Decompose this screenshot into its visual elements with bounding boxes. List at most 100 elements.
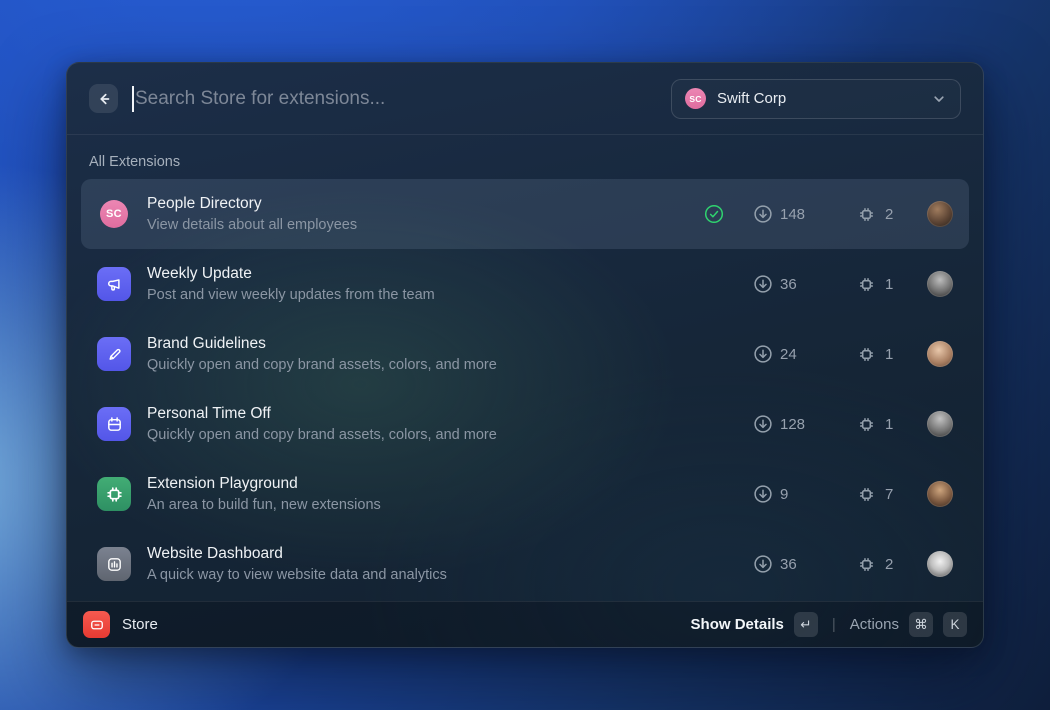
author-avatar <box>927 271 953 297</box>
author-avatar <box>927 481 953 507</box>
commands-stat: 2 <box>857 205 923 224</box>
author-avatar <box>927 341 953 367</box>
author-slot <box>923 341 953 367</box>
row-meta: 148 2 <box>703 201 953 227</box>
row-meta: 36 2 <box>703 551 953 577</box>
commands-count: 2 <box>885 556 893 573</box>
downloads-count: 128 <box>780 416 805 433</box>
chevron-down-icon <box>931 91 947 107</box>
download-icon <box>753 484 773 504</box>
downloads-count: 36 <box>780 276 797 293</box>
downloads-count: 36 <box>780 556 797 573</box>
extension-subtitle: Quickly open and copy brand assets, colo… <box>147 357 497 373</box>
verified-slot <box>703 203 753 225</box>
extension-title: Personal Time Off <box>147 405 497 423</box>
extension-title: Brand Guidelines <box>147 335 497 353</box>
list-item-website-dashboard[interactable]: Website Dashboard A quick way to view we… <box>81 529 969 599</box>
extension-title: Weekly Update <box>147 265 435 283</box>
downloads-stat: 148 <box>753 204 857 224</box>
commands-chip-icon <box>857 555 876 574</box>
download-icon <box>753 204 773 224</box>
commands-chip-icon <box>857 345 876 364</box>
list-item-brand-guidelines[interactable]: Brand Guidelines Quickly open and copy b… <box>81 319 969 389</box>
account-name: Swift Corp <box>717 90 920 107</box>
commands-count: 1 <box>885 346 893 363</box>
row-text: Personal Time Off Quickly open and copy … <box>147 405 497 443</box>
row-meta: 9 7 <box>703 481 953 507</box>
downloads-stat: 24 <box>753 344 857 364</box>
commands-count: 1 <box>885 416 893 433</box>
commands-chip-icon <box>857 205 876 224</box>
row-text: Website Dashboard A quick way to view we… <box>147 545 447 583</box>
commands-count: 1 <box>885 276 893 293</box>
row-text: Extension Playground An area to build fu… <box>147 475 381 513</box>
author-slot <box>923 551 953 577</box>
commands-chip-icon <box>857 415 876 434</box>
search-input[interactable] <box>135 88 671 110</box>
extension-subtitle: Post and view weekly updates from the te… <box>147 287 435 303</box>
row-text: Brand Guidelines Quickly open and copy b… <box>147 335 497 373</box>
verified-check-icon <box>703 203 725 225</box>
list-item-weekly-update[interactable]: Weekly Update Post and view weekly updat… <box>81 249 969 319</box>
megaphone-icon <box>97 267 131 301</box>
download-icon <box>753 274 773 294</box>
extension-subtitle: View details about all employees <box>147 217 357 233</box>
back-button[interactable] <box>89 84 118 113</box>
enter-keycap: ↵ <box>794 612 818 637</box>
bar-chart-icon <box>97 547 131 581</box>
footer-actions: Show Details ↵ | Actions ⌘ K <box>691 612 967 637</box>
extension-title: Extension Playground <box>147 475 381 493</box>
downloads-stat: 9 <box>753 484 857 504</box>
actions-button[interactable]: Actions <box>850 616 899 633</box>
extension-subtitle: Quickly open and copy brand assets, colo… <box>147 427 497 443</box>
desktop-background: { "search": { "placeholder": "Search Sto… <box>0 0 1050 710</box>
pen-icon <box>97 337 131 371</box>
list-item-extension-playground[interactable]: Extension Playground An area to build fu… <box>81 459 969 529</box>
downloads-stat: 128 <box>753 414 857 434</box>
commands-stat: 2 <box>857 555 923 574</box>
extension-subtitle: A quick way to view website data and ana… <box>147 567 447 583</box>
downloads-count: 148 <box>780 206 805 223</box>
extension-title: Website Dashboard <box>147 545 447 563</box>
commands-chip-icon <box>857 485 876 504</box>
show-details-button[interactable]: Show Details <box>691 616 784 633</box>
arrow-left-icon <box>96 91 112 107</box>
downloads-count: 9 <box>780 486 788 503</box>
extension-list: SC People Directory View details about a… <box>67 179 983 601</box>
commands-stat: 1 <box>857 275 923 294</box>
downloads-stat: 36 <box>753 554 857 574</box>
people-directory-icon: SC <box>100 200 128 228</box>
text-cursor <box>132 86 134 112</box>
footer-divider: | <box>832 616 836 633</box>
commands-chip-icon <box>857 275 876 294</box>
chip-icon <box>97 477 131 511</box>
author-slot <box>923 271 953 297</box>
account-dropdown[interactable]: SC Swift Corp <box>671 79 961 119</box>
extension-title: People Directory <box>147 195 357 213</box>
commands-stat: 1 <box>857 415 923 434</box>
row-meta: 36 1 <box>703 271 953 297</box>
author-avatar <box>927 201 953 227</box>
cmd-keycap: ⌘ <box>909 612 933 637</box>
download-icon <box>753 554 773 574</box>
list-item-people-directory[interactable]: SC People Directory View details about a… <box>81 179 969 249</box>
k-keycap: K <box>943 612 967 637</box>
account-avatar: SC <box>685 88 706 109</box>
download-icon <box>753 344 773 364</box>
store-app-icon <box>83 611 110 638</box>
search-bar: SC Swift Corp <box>67 63 983 135</box>
row-text: People Directory View details about all … <box>147 195 357 233</box>
commands-count: 7 <box>885 486 893 503</box>
footer-bar: Store Show Details ↵ | Actions ⌘ K <box>67 601 983 647</box>
command-palette-window: SC Swift Corp All Extensions SC People D… <box>66 62 984 648</box>
row-meta: 24 1 <box>703 341 953 367</box>
author-avatar <box>927 551 953 577</box>
author-slot <box>923 201 953 227</box>
extension-subtitle: An area to build fun, new extensions <box>147 497 381 513</box>
footer-app-label: Store <box>122 616 158 633</box>
commands-stat: 7 <box>857 485 923 504</box>
calendar-icon <box>97 407 131 441</box>
row-meta: 128 1 <box>703 411 953 437</box>
list-item-personal-time-off[interactable]: Personal Time Off Quickly open and copy … <box>81 389 969 459</box>
downloads-count: 24 <box>780 346 797 363</box>
